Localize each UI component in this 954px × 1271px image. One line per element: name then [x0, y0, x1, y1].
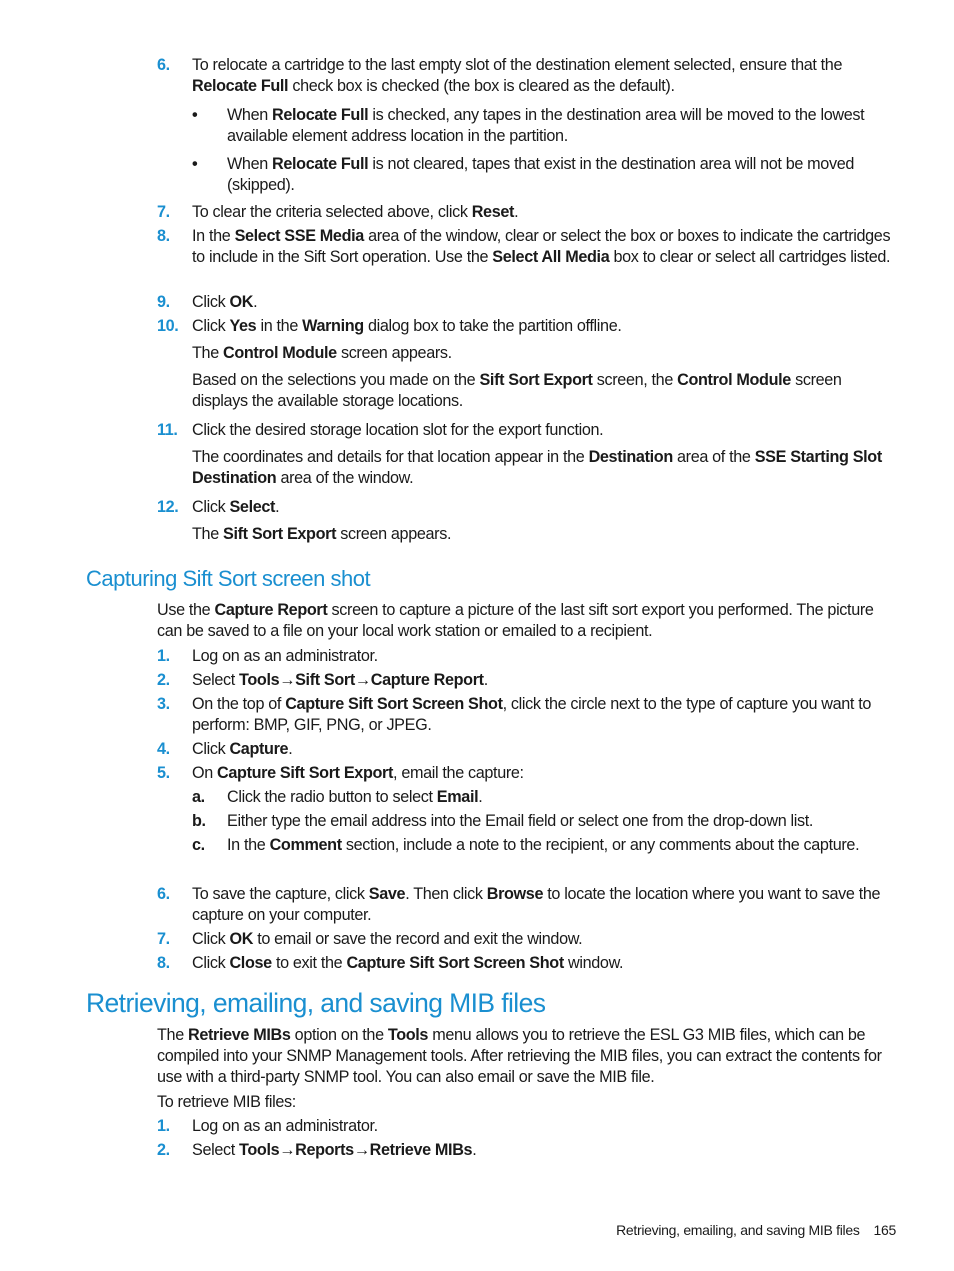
- step-number: 9.: [157, 293, 170, 311]
- step-2-menu-path: 2. Select Tools→Reports→Retrieve MIBs.: [157, 1141, 477, 1159]
- step-8-close: 8. Click Close to exit the Capture Sift …: [157, 954, 624, 972]
- section-intro: Use the Capture Report screen to capture…: [157, 601, 874, 640]
- arrow-icon: →: [279, 671, 296, 689]
- step-number: 7.: [157, 930, 170, 948]
- document-page: 6. To relocate a cartridge to the last e…: [0, 0, 954, 1271]
- section-intro: The Retrieve MIBs option on the Tools me…: [157, 1026, 882, 1086]
- step-number: 3.: [157, 695, 170, 713]
- substep-label: b.: [192, 812, 206, 830]
- bullet-item: • When Relocate Full is checked, any tap…: [192, 106, 865, 145]
- step-2-menu-path: 2. Select Tools→Sift Sort→Capture Report…: [157, 671, 488, 689]
- step-number: 4.: [157, 740, 170, 758]
- section-heading-mib: Retrieving, emailing, and saving MIB fil…: [86, 988, 546, 1018]
- step-6-save: 6. To save the capture, click Save. Then…: [157, 885, 881, 924]
- step-number: 12.: [157, 498, 179, 516]
- step-4-capture: 4. Click Capture.: [157, 740, 293, 758]
- substep-label: c.: [192, 836, 205, 854]
- procedure-lead: To retrieve MIB files:: [157, 1093, 296, 1111]
- substep-b: b. Either type the email address into th…: [192, 812, 814, 830]
- step-number: 11.: [157, 421, 178, 439]
- substep-a: a. Click the radio button to select Emai…: [192, 788, 483, 806]
- step-text: To relocate a cartridge to the last empt…: [192, 56, 843, 95]
- step-number: 8.: [157, 227, 170, 245]
- step-12-select: 12. Click Select.: [157, 498, 280, 516]
- step-8-select-media: 8. In the Select SSE Media area of the w…: [157, 227, 891, 266]
- bullet-icon: •: [192, 106, 198, 124]
- step-number: 8.: [157, 954, 170, 972]
- step-9-ok: 9. Click OK.: [157, 293, 258, 311]
- footer-section-title: Retrieving, emailing, and saving MIB fil…: [616, 1222, 860, 1238]
- substep-label: a.: [192, 788, 205, 806]
- step-number: 1.: [157, 647, 170, 665]
- step-7-reset: 7. To clear the criteria selected above,…: [157, 203, 519, 221]
- step-number: 5.: [157, 764, 170, 782]
- step-number: 2.: [157, 1141, 170, 1159]
- step-note: The coordinates and details for that loc…: [192, 448, 882, 487]
- substep-c: c. In the Comment section, include a not…: [192, 836, 860, 854]
- step-10-warning: 10. Click Yes in the Warning dialog box …: [157, 317, 622, 335]
- bullet-icon: •: [192, 155, 198, 173]
- step-note: The Control Module screen appears.: [192, 344, 452, 362]
- section-heading-capturing: Capturing Sift Sort screen shot: [86, 566, 371, 591]
- step-number: 7.: [157, 203, 170, 221]
- step-number: 10.: [157, 317, 179, 335]
- page-footer: Retrieving, emailing, and saving MIB fil…: [616, 1222, 896, 1238]
- page-number: 165: [873, 1222, 897, 1238]
- step-7-ok: 7. Click OK to email or save the record …: [157, 930, 583, 948]
- step-note: Based on the selections you made on the …: [192, 371, 842, 410]
- step-number: 6.: [157, 885, 170, 903]
- step-3-capture-type: 3. On the top of Capture Sift Sort Scree…: [157, 695, 872, 734]
- step-6-relocate: 6. To relocate a cartridge to the last e…: [157, 55, 897, 97]
- step-number: 2.: [157, 671, 170, 689]
- step-11-storage-slot: 11. Click the desired storage location s…: [157, 421, 604, 439]
- step-note: The Sift Sort Export screen appears.: [192, 525, 452, 543]
- step-1-log-on: 1. Log on as an administrator.: [157, 647, 378, 665]
- step-number: 6.: [157, 56, 170, 74]
- arrow-icon: →: [353, 1141, 370, 1159]
- arrow-icon: →: [279, 1141, 296, 1159]
- step-5-email: 5. On Capture Sift Sort Export, email th…: [157, 764, 524, 782]
- step-1-log-on: 1. Log on as an administrator.: [157, 1117, 378, 1135]
- arrow-icon: →: [354, 671, 371, 689]
- bullet-item: • When Relocate Full is not cleared, tap…: [192, 155, 855, 194]
- step-number: 1.: [157, 1117, 170, 1135]
